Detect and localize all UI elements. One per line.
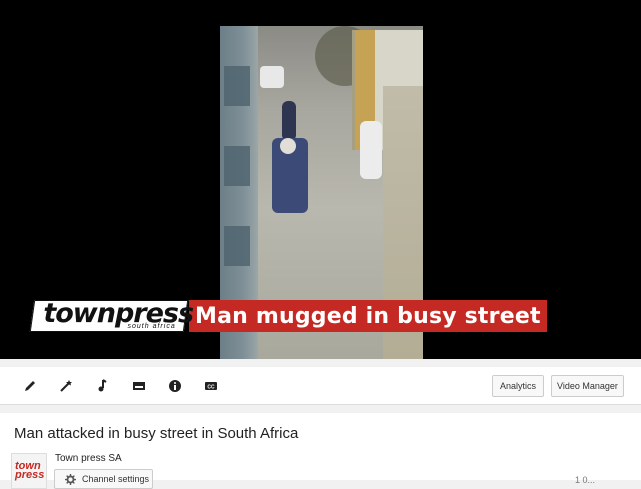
channel-settings-label: Channel settings	[82, 474, 150, 484]
info-icon[interactable]	[165, 376, 185, 396]
scene-person-head	[280, 138, 296, 154]
magic-wand-icon[interactable]	[56, 376, 76, 396]
channel-avatar-text: town press	[15, 460, 45, 481]
video-info-panel: Man attacked in busy street in South Afr…	[0, 413, 641, 489]
brand-logo-subtext: south africa	[127, 323, 176, 330]
headline-text: Man mugged in busy street	[195, 303, 541, 329]
view-count-partial: 1 0...	[575, 475, 596, 485]
scene-window	[224, 146, 250, 186]
brand-logo: townpress south africa	[29, 298, 193, 332]
editor-toolbar: CC Analytics Video Manager	[0, 367, 641, 405]
gear-icon	[65, 473, 76, 485]
channel-name[interactable]: Town press SA	[55, 453, 122, 464]
scene-window	[224, 226, 250, 266]
headline-banner: Man mugged in busy street	[189, 300, 547, 332]
music-note-icon[interactable]	[92, 376, 112, 396]
closed-captions-icon[interactable]: CC	[201, 376, 221, 396]
scene-window	[224, 66, 250, 106]
scene-car	[260, 66, 284, 88]
scene-person	[282, 101, 296, 141]
video-manager-button[interactable]: Video Manager	[551, 375, 624, 397]
scene-person	[360, 121, 382, 179]
pencil-icon[interactable]	[20, 376, 40, 396]
analytics-button[interactable]: Analytics	[492, 375, 544, 397]
channel-settings-button[interactable]: Channel settings	[54, 469, 153, 489]
video-title: Man attacked in busy street in South Afr…	[14, 425, 299, 442]
video-lower-third: townpress south africa Man mugged in bus…	[29, 298, 547, 332]
svg-text:CC: CC	[207, 385, 215, 391]
video-player[interactable]: townpress south africa Man mugged in bus…	[0, 0, 641, 359]
card-icon[interactable]	[129, 376, 149, 396]
channel-avatar[interactable]: town press	[11, 453, 47, 489]
